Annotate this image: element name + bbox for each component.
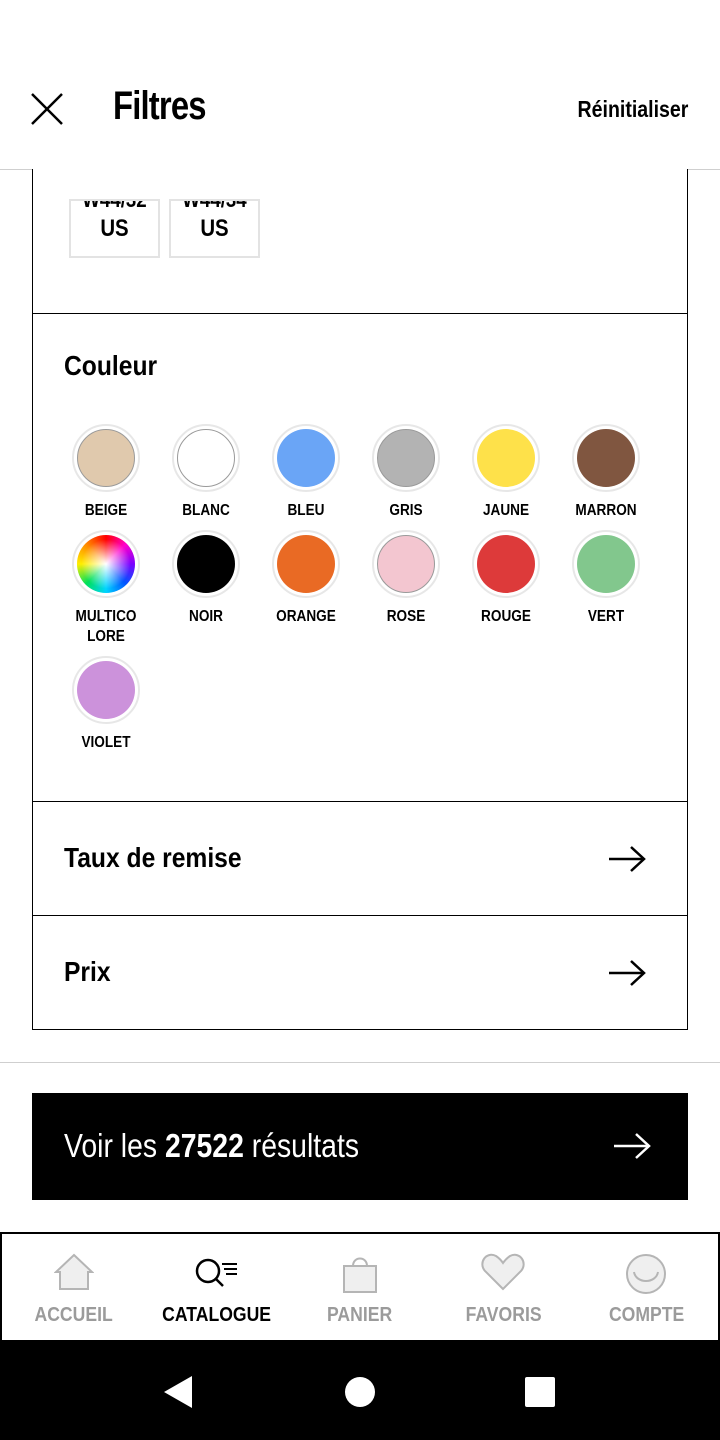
color-swatch-rose[interactable]: ROSE (356, 530, 456, 627)
color-swatch-noir[interactable]: NOIR (156, 530, 256, 627)
back-icon[interactable] (162, 1374, 194, 1410)
swatch-color-dot (277, 429, 335, 487)
reset-button[interactable]: Réinitialiser (577, 96, 688, 123)
size-option-unit: US (100, 215, 129, 242)
swatch-ring (272, 530, 340, 598)
section-title-price: Prix (64, 956, 111, 987)
swatch-ring (472, 530, 540, 598)
section-title-couleur: Couleur (64, 350, 158, 381)
arrow-right-icon (614, 1133, 651, 1159)
arrow-right-icon (609, 960, 646, 986)
swatch-label: MARRON (575, 502, 637, 519)
nav-item-catalogue[interactable]: CATALOGUE (145, 1234, 288, 1340)
close-icon[interactable] (28, 90, 66, 128)
results-prefix: Voir les (64, 1127, 158, 1164)
swatch-label: ORANGE (276, 608, 336, 625)
swatch-label: MULTICOLORE (75, 608, 137, 645)
color-swatch-jaune[interactable]: JAUNE (456, 424, 556, 521)
footer-divider (0, 1062, 720, 1063)
swatch-color-dot (577, 535, 635, 593)
size-filter-section: W44/32 US W44/34 US (32, 169, 688, 314)
color-swatch-gris[interactable]: GRIS (356, 424, 456, 521)
arrow-right-icon (609, 846, 646, 872)
nav-item-compte[interactable]: COMPTE (575, 1234, 718, 1340)
swatch-color-dot (577, 429, 635, 487)
size-option-label: W44/34 (182, 199, 247, 212)
swatch-label: VIOLET (81, 734, 131, 751)
section-title-discount: Taux de remise (64, 842, 242, 873)
swatch-label: BEIGE (84, 502, 128, 519)
color-swatch-multicolore[interactable]: MULTICOLORE (56, 530, 156, 647)
nav-label: PANIER (327, 1304, 393, 1326)
color-filter-section: Couleur BEIGE BLANC BLEU GRIS JAUNE MARRON MUL… (32, 313, 688, 802)
swatch-ring (472, 424, 540, 492)
swatch-color-dot (77, 429, 135, 487)
swatch-ring (172, 424, 240, 492)
swatch-ring (72, 656, 140, 724)
color-swatch-rouge[interactable]: ROUGE (456, 530, 556, 627)
swatch-color-dot (277, 535, 335, 593)
heart-icon (481, 1253, 525, 1291)
color-swatch-bleu[interactable]: BLEU (256, 424, 356, 521)
page-title: Filtres (113, 84, 207, 128)
swatch-ring (372, 530, 440, 598)
color-swatch-beige[interactable]: BEIGE (56, 424, 156, 521)
swatch-ring (572, 530, 640, 598)
swatch-label: GRIS (389, 502, 423, 519)
color-swatch-vert[interactable]: VERT (556, 530, 656, 627)
results-suffix: résultats (251, 1127, 360, 1164)
swatch-ring (172, 530, 240, 598)
color-swatch-blanc[interactable]: BLANC (156, 424, 256, 521)
swatch-label: VERT (587, 608, 625, 625)
results-count: 27522 (164, 1127, 244, 1164)
size-option-w44-34[interactable]: W44/34 US (169, 199, 260, 258)
results-button-label: Voir les 27522 résultats (64, 1127, 359, 1165)
swatch-color-dot (377, 535, 435, 593)
nav-label: FAVORIS (465, 1304, 542, 1326)
swatch-color-dot (477, 429, 535, 487)
home-circle-icon[interactable] (344, 1374, 376, 1410)
discount-filter-row[interactable]: Taux de remise (32, 801, 688, 916)
account-icon (626, 1254, 667, 1294)
nav-label: ACCUEIL (34, 1304, 113, 1326)
swatch-color-dot (77, 535, 135, 593)
swatch-label: ROUGE (481, 608, 531, 625)
nav-item-panier[interactable]: PANIER (288, 1234, 431, 1340)
recents-square-icon[interactable] (524, 1374, 556, 1410)
swatch-color-dot (477, 535, 535, 593)
bottom-navigation: ACCUEIL CATALOGUE PANIER FAVORIS COMPTE (0, 1232, 720, 1342)
home-icon (53, 1253, 94, 1290)
swatch-label: BLEU (287, 502, 325, 519)
swatch-color-dot (77, 661, 135, 719)
swatch-ring (72, 530, 140, 598)
swatch-ring (572, 424, 640, 492)
nav-item-favoris[interactable]: FAVORIS (432, 1234, 575, 1340)
nav-item-accueil[interactable]: ACCUEIL (2, 1234, 145, 1340)
swatch-ring (372, 424, 440, 492)
nav-label: COMPTE (608, 1304, 685, 1326)
swatch-label: JAUNE (482, 502, 530, 519)
shopping-bag-icon (343, 1257, 377, 1293)
swatch-label: NOIR (189, 608, 223, 625)
swatch-ring (72, 424, 140, 492)
filter-header: Filtres Réinitialiser (0, 0, 720, 170)
color-swatch-violet[interactable]: VIOLET (56, 656, 156, 753)
color-swatch-marron[interactable]: MARRON (556, 424, 656, 521)
show-results-button[interactable]: Voir les 27522 résultats (32, 1093, 688, 1200)
swatch-color-dot (377, 429, 435, 487)
nav-label: CATALOGUE (162, 1304, 272, 1326)
swatch-label: ROSE (386, 608, 426, 625)
swatch-label: BLANC (182, 502, 230, 519)
color-swatch-orange[interactable]: ORANGE (256, 530, 356, 627)
swatch-color-dot (177, 429, 235, 487)
size-option-unit: US (200, 215, 229, 242)
catalog-search-icon (195, 1258, 237, 1287)
price-filter-row[interactable]: Prix (32, 915, 688, 1030)
size-option-label: W44/32 (82, 199, 147, 212)
swatch-ring (272, 424, 340, 492)
system-navigation-bar (0, 1342, 720, 1440)
swatch-color-dot (177, 535, 235, 593)
size-option-w44-32[interactable]: W44/32 US (69, 199, 160, 258)
